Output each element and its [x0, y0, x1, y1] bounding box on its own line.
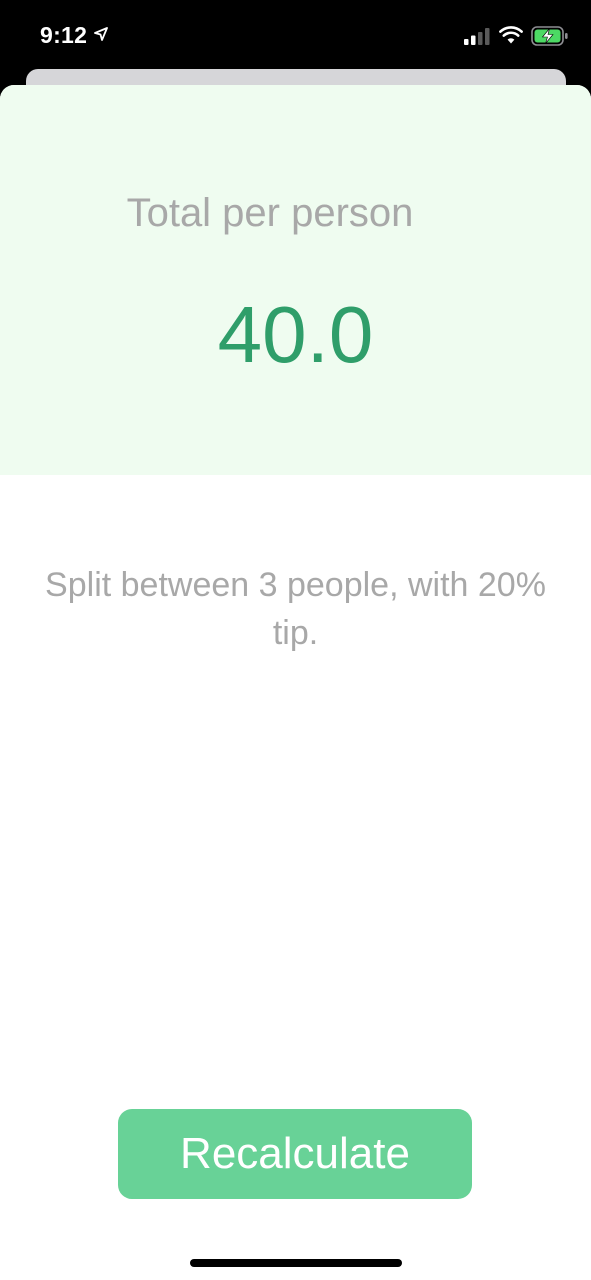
total-per-person-value: 40.0 — [217, 290, 374, 379]
split-settings-text: Split between 3 people, with 20% tip. — [45, 566, 546, 652]
wifi-icon — [499, 26, 523, 44]
result-panel: Total per person 40.0 — [0, 85, 591, 475]
total-per-person-label: Total per person — [126, 191, 414, 235]
recalculate-button[interactable]: Recalculate — [118, 1109, 472, 1199]
result-sheet: Total per person 40.0 Split between 3 pe… — [0, 85, 591, 1280]
location-arrow-icon — [94, 27, 108, 41]
battery-charging-icon — [531, 26, 568, 46]
cellular-signal-icon — [464, 28, 490, 45]
status-time: 9:12 — [40, 22, 88, 48]
status-bar: 9:12 — [0, 0, 591, 70]
home-indicator[interactable] — [190, 1259, 402, 1267]
